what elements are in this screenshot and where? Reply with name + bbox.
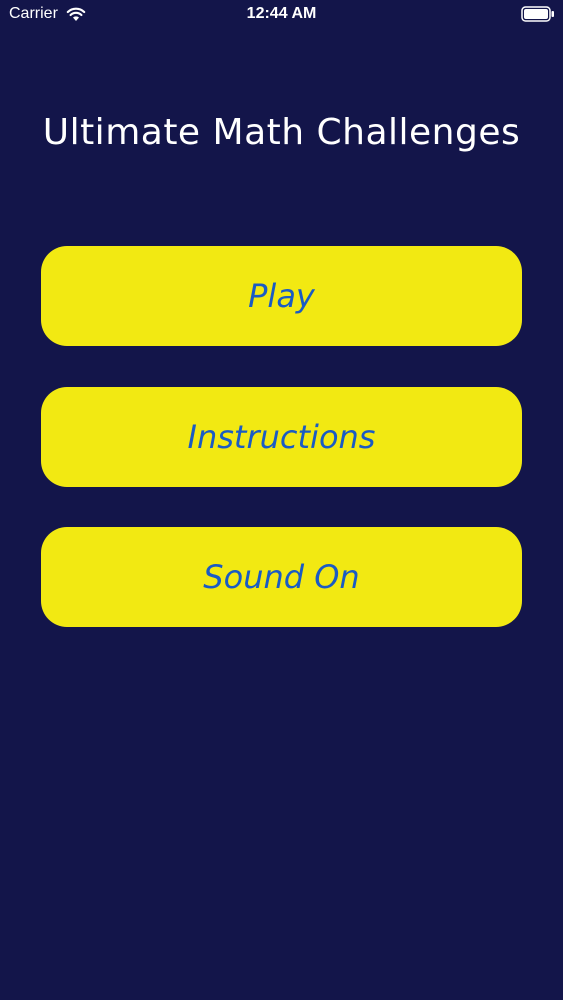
status-bar: Carrier 12:44 AM	[0, 0, 563, 30]
instructions-button-label: Instructions	[187, 418, 376, 456]
play-button[interactable]: Play	[41, 246, 522, 346]
instructions-button[interactable]: Instructions	[41, 387, 522, 487]
play-button-label: Play	[248, 277, 315, 315]
page-title: Ultimate Math Challenges	[42, 112, 521, 153]
status-time: 12:44 AM	[246, 5, 317, 22]
battery-icon	[521, 6, 554, 22]
sound-toggle-button-label: Sound On	[203, 558, 360, 596]
sound-toggle-button[interactable]: Sound On	[41, 527, 522, 627]
